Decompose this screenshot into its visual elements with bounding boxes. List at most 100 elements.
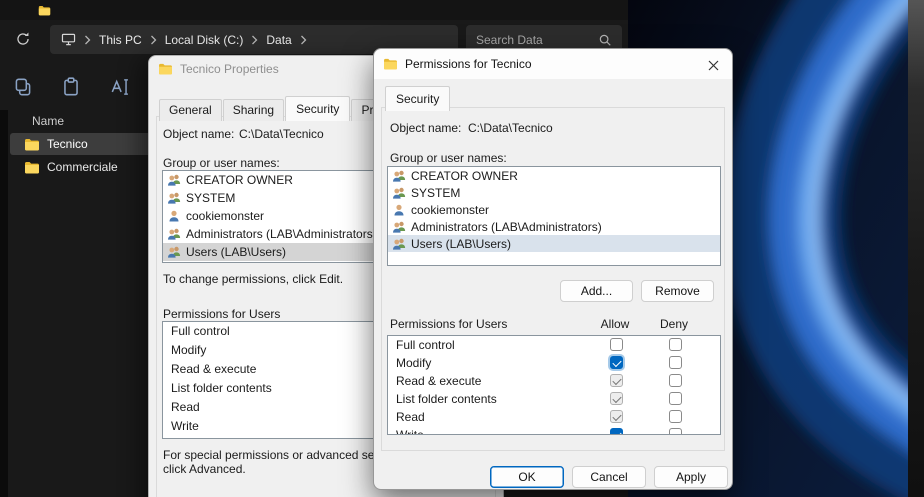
screen: This PC Local Disk (C:) Data (0, 0, 924, 497)
rename-icon[interactable] (109, 76, 131, 98)
tab-security[interactable]: Security (385, 86, 450, 111)
group-icon (392, 220, 406, 234)
object-name-value: C:\Data\Tecnico (468, 121, 553, 135)
group-icon (167, 245, 181, 259)
tab-security[interactable]: Security (285, 96, 350, 121)
user-name: cookiemonster (186, 209, 264, 223)
permissions-checkbox-list: Full control Modify Read & execute List … (387, 335, 721, 435)
object-name-value: C:\Data\Tecnico (239, 127, 324, 141)
refresh-button[interactable] (12, 28, 34, 50)
user-name: Administrators (LAB\Administrators) (411, 220, 602, 234)
deny-checkbox[interactable] (669, 374, 682, 387)
explorer-titlebar (0, 0, 628, 20)
allow-checkbox[interactable] (610, 428, 623, 435)
user-list-item[interactable]: SYSTEM (388, 184, 720, 201)
user-name: Administrators (LAB\Administrators) (186, 227, 377, 241)
user-list-item[interactable]: CREATOR OWNER (388, 167, 720, 184)
permission-name: Modify (396, 356, 431, 370)
permissions-dialog: Permissions for Tecnico Security Object … (373, 48, 733, 490)
permission-name: Write (396, 428, 424, 435)
file-row-tecnico[interactable]: Tecnico (10, 133, 152, 155)
advanced-hint-line1: For special permissions or advanced sett… (163, 448, 397, 462)
chevron-right-icon[interactable] (300, 35, 307, 45)
left-gutter (0, 110, 8, 497)
file-row-commerciale[interactable]: Commerciale (10, 156, 152, 178)
object-name-label: Object name: (390, 121, 461, 135)
group-icon (392, 169, 406, 183)
group-user-list: CREATOR OWNER SYSTEM cookiemonster Admin… (387, 166, 721, 266)
permission-name: Read (396, 410, 425, 424)
group-icon (392, 186, 406, 200)
permissions-for-label: Permissions for Users (163, 307, 280, 321)
allow-checkbox[interactable] (610, 356, 623, 369)
permissions-for-label: Permissions for Users (390, 317, 507, 331)
user-list-item[interactable]: cookiemonster (388, 201, 720, 218)
edit-hint-text: To change permissions, click Edit. (163, 272, 343, 286)
permission-row-full-control: Full control (388, 336, 720, 354)
file-name: Commerciale (47, 160, 118, 174)
breadcrumb-this-pc[interactable]: This PC (99, 33, 142, 47)
group-names-label: Group or user names: (390, 151, 507, 165)
user-list-item-selected[interactable]: Users (LAB\Users) (388, 235, 720, 252)
group-icon (167, 173, 181, 187)
advanced-hint-line2: click Advanced. (163, 462, 246, 476)
user-name: Users (LAB\Users) (186, 245, 286, 259)
group-icon (167, 227, 181, 241)
search-input[interactable] (476, 33, 588, 47)
deny-column-header: Deny (654, 317, 694, 331)
chevron-right-icon[interactable] (84, 35, 91, 45)
right-window-edge (908, 0, 924, 497)
allow-checkbox (610, 410, 623, 423)
permission-row-read-execute: Read & execute (388, 372, 720, 390)
chevron-right-icon[interactable] (150, 35, 157, 45)
user-list-item[interactable]: Administrators (LAB\Administrators) (388, 218, 720, 235)
permission-row-list-folder-contents: List folder contents (388, 390, 720, 408)
permission-name: Read & execute (396, 374, 481, 388)
file-name: Tecnico (47, 137, 88, 151)
copy-icon[interactable] (12, 76, 34, 98)
close-icon[interactable] (702, 56, 724, 74)
deny-checkbox[interactable] (669, 356, 682, 369)
folder-icon (24, 161, 40, 174)
remove-button[interactable]: Remove (641, 280, 714, 302)
apply-button[interactable]: Apply (654, 466, 728, 488)
user-name: CREATOR OWNER (186, 173, 293, 187)
deny-checkbox[interactable] (669, 428, 682, 435)
this-pc-icon (61, 33, 76, 46)
breadcrumb-data[interactable]: Data (266, 33, 291, 47)
allow-checkbox[interactable] (610, 338, 623, 351)
permission-row-write: Write (388, 426, 720, 435)
chevron-right-icon[interactable] (251, 35, 258, 45)
tab-sharing[interactable]: Sharing (223, 99, 284, 121)
user-icon (392, 203, 406, 217)
cancel-button[interactable]: Cancel (572, 466, 646, 488)
deny-checkbox[interactable] (669, 410, 682, 423)
dialog-title: Tecnico Properties (180, 62, 279, 76)
allow-checkbox (610, 374, 623, 387)
ok-button[interactable]: OK (490, 466, 564, 488)
permissions-tabs: Security (385, 86, 451, 111)
add-button[interactable]: Add... (560, 280, 633, 302)
deny-checkbox[interactable] (669, 392, 682, 405)
breadcrumb-local-disk-c[interactable]: Local Disk (C:) (165, 33, 244, 47)
user-name: SYSTEM (186, 191, 235, 205)
search-icon (598, 33, 612, 47)
permission-row-modify: Modify (388, 354, 720, 372)
user-name: Users (LAB\Users) (411, 237, 511, 251)
permission-name: List folder contents (396, 392, 497, 406)
permission-row-read: Read (388, 408, 720, 426)
folder-icon (383, 58, 398, 70)
user-name: CREATOR OWNER (411, 169, 518, 183)
permissions-dialog-titlebar: Permissions for Tecnico (374, 49, 732, 79)
user-icon (167, 209, 181, 223)
allow-checkbox (610, 392, 623, 405)
paste-icon[interactable] (60, 76, 82, 98)
folder-icon (158, 63, 173, 75)
allow-column-header: Allow (595, 317, 635, 331)
object-name-label: Object name: (163, 127, 234, 141)
folder-icon (24, 138, 40, 151)
deny-checkbox[interactable] (669, 338, 682, 351)
tab-general[interactable]: General (159, 99, 222, 121)
group-icon (392, 237, 406, 251)
column-header-name[interactable]: Name (32, 114, 64, 128)
